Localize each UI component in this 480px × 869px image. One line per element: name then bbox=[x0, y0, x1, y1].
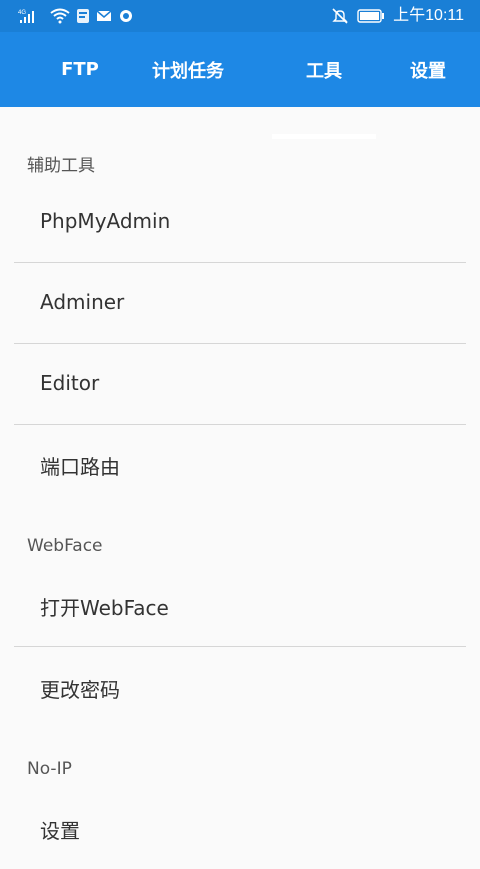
svg-text:4G: 4G bbox=[18, 10, 26, 16]
tab-indicator bbox=[272, 134, 376, 139]
list-item-label: 端口路由 bbox=[40, 454, 120, 479]
tab-settings[interactable]: 设置 bbox=[376, 32, 480, 107]
list-item-editor[interactable]: Editor bbox=[0, 343, 480, 423]
battery-icon bbox=[357, 9, 385, 23]
mute-icon bbox=[331, 7, 349, 25]
status-bar-right: 上午10:11 bbox=[331, 6, 464, 26]
tab-tools[interactable]: 工具 bbox=[272, 32, 376, 107]
section-title-webface: WebFace bbox=[27, 536, 103, 556]
list-item-open-webface[interactable]: 打开WebFace bbox=[0, 566, 480, 646]
list-item-change-password[interactable]: 更改密码 bbox=[0, 648, 480, 728]
signal-icon: 4G bbox=[18, 8, 44, 24]
section-title-helper-tools: 辅助工具 bbox=[27, 156, 95, 176]
list-item-phpmyadmin[interactable]: PhpMyAdmin bbox=[0, 181, 480, 261]
section-title-no-ip: No-IP bbox=[27, 759, 72, 779]
divider bbox=[14, 646, 466, 647]
list-item-label: Adminer bbox=[40, 290, 125, 314]
tab-bar: FTP 计划任务 工具 设置 bbox=[0, 32, 480, 139]
status-bar: 4G 上午10:11 bbox=[0, 0, 480, 32]
list-item-label: Editor bbox=[40, 371, 100, 395]
list-item-label: 设置 bbox=[40, 818, 80, 843]
circle-icon bbox=[118, 8, 134, 24]
mail-icon bbox=[96, 9, 112, 23]
app-icon bbox=[76, 8, 90, 24]
list-item-label: 打开WebFace bbox=[40, 595, 169, 620]
list-item-adminer[interactable]: Adminer bbox=[0, 262, 480, 342]
list-item-label: 更改密码 bbox=[40, 677, 120, 702]
tab-scheduled-tasks[interactable]: 计划任务 bbox=[132, 32, 244, 107]
status-time: 上午10:11 bbox=[393, 7, 464, 24]
status-bar-left: 4G bbox=[18, 6, 134, 26]
list-item-no-ip-settings[interactable]: 设置 bbox=[0, 789, 480, 869]
tab-ftp[interactable]: FTP bbox=[28, 32, 132, 107]
list-item-port-routing[interactable]: 端口路由 bbox=[0, 425, 480, 505]
wifi-icon bbox=[50, 8, 70, 24]
list-item-label: PhpMyAdmin bbox=[40, 209, 171, 233]
